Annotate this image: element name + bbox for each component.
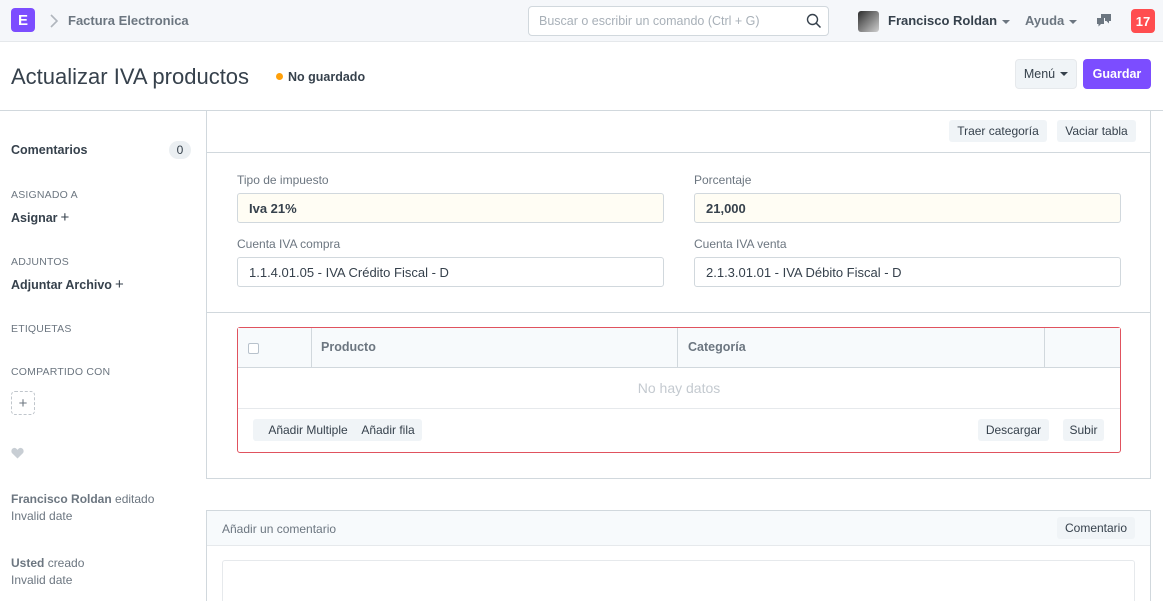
add-share-button[interactable]: + bbox=[11, 391, 35, 415]
sidebar-comments-link[interactable]: Comentarios bbox=[11, 143, 87, 157]
help-label: Ayuda bbox=[1025, 13, 1065, 28]
column-divider bbox=[677, 328, 678, 368]
select-all-checkbox[interactable] bbox=[248, 343, 259, 354]
shared-with-label: COMPARTIDO CON bbox=[11, 366, 111, 378]
caret-down-icon bbox=[1002, 19, 1011, 24]
column-header-category: Categoría bbox=[688, 340, 746, 354]
assign-button[interactable]: Asignar + bbox=[11, 209, 69, 226]
activity-item: Usted creado Invalid date bbox=[11, 555, 84, 589]
tax-type-label: Tipo de impuesto bbox=[237, 173, 329, 187]
comment-header: Añadir un comentario Comentario bbox=[207, 511, 1150, 546]
comment-textarea[interactable] bbox=[222, 560, 1135, 601]
comment-header-title: Añadir un comentario bbox=[222, 522, 337, 536]
assign-label: Asignar bbox=[11, 211, 58, 225]
tags-label[interactable]: ETIQUETAS bbox=[11, 323, 72, 335]
upload-button[interactable]: Subir bbox=[1063, 419, 1104, 441]
heart-icon[interactable] bbox=[11, 447, 24, 459]
attachments-label: ADJUNTOS bbox=[11, 256, 69, 268]
activity-item: Francisco Roldan editado Invalid date bbox=[11, 491, 154, 525]
form-toolbar: Traer categoría Vaciar tabla bbox=[207, 111, 1150, 153]
caret-down-icon bbox=[1060, 72, 1069, 76]
add-multiple-button[interactable]: Añadir Multiple bbox=[253, 419, 363, 441]
chevron-right-icon bbox=[50, 14, 59, 28]
percentage-field[interactable]: 21,000 bbox=[694, 193, 1121, 223]
add-row-button[interactable]: Añadir fila bbox=[354, 419, 422, 441]
section-divider bbox=[207, 312, 1150, 313]
purchase-account-label: Cuenta IVA compra bbox=[237, 237, 341, 251]
avatar[interactable] bbox=[858, 11, 879, 32]
column-divider bbox=[311, 328, 312, 368]
column-divider bbox=[1044, 328, 1045, 368]
activity-date: Invalid date bbox=[11, 573, 73, 587]
save-button[interactable]: Guardar bbox=[1083, 59, 1151, 89]
search-input[interactable] bbox=[529, 7, 799, 35]
comment-section: Añadir un comentario Comentario bbox=[206, 510, 1151, 601]
table-header: Producto Categoría bbox=[238, 328, 1120, 368]
app-logo[interactable]: E bbox=[11, 8, 35, 32]
notification-badge[interactable]: 17 bbox=[1131, 9, 1155, 33]
plus-icon: + bbox=[114, 276, 124, 293]
sales-account-label: Cuenta IVA venta bbox=[694, 237, 787, 251]
help-menu[interactable]: Ayuda bbox=[1025, 13, 1078, 28]
caret-down-icon bbox=[1069, 19, 1078, 24]
activity-action: creado bbox=[47, 556, 85, 570]
column-header-product: Producto bbox=[321, 340, 376, 354]
search-icon[interactable] bbox=[806, 13, 822, 29]
comment-button[interactable]: Comentario bbox=[1057, 517, 1135, 539]
form-card: Traer categoría Vaciar tabla Tipo de imp… bbox=[206, 111, 1151, 479]
page-head: Actualizar IVA productos No guardado Men… bbox=[0, 42, 1163, 111]
purchase-account-field[interactable]: 1.1.4.01.05 - IVA Crédito Fiscal - D bbox=[237, 257, 664, 287]
page-title: Actualizar IVA productos bbox=[11, 64, 250, 89]
activity-date: Invalid date bbox=[11, 509, 73, 523]
sidebar: Comentarios 0 ASIGNADO A Asignar + ADJUNT… bbox=[0, 111, 200, 601]
download-button[interactable]: Descargar bbox=[978, 419, 1049, 441]
menu-button[interactable]: Menú bbox=[1015, 59, 1077, 89]
status-text: No guardado bbox=[288, 70, 366, 84]
tax-type-field[interactable]: Iva 21% bbox=[237, 193, 664, 223]
chat-icon[interactable] bbox=[1096, 13, 1112, 28]
sales-account-field[interactable]: 2.1.3.01.01 - IVA Débito Fiscal - D bbox=[694, 257, 1121, 287]
menu-button-label: Menú bbox=[1023, 67, 1056, 81]
assigned-label: ASIGNADO A bbox=[11, 189, 78, 201]
fetch-category-button[interactable]: Traer categoría bbox=[949, 120, 1047, 142]
comments-count-badge: 0 bbox=[169, 141, 191, 159]
activity-user[interactable]: Usted bbox=[11, 556, 44, 570]
attach-file-label: Adjuntar Archivo bbox=[11, 278, 112, 292]
attach-file-button[interactable]: Adjuntar Archivo + bbox=[11, 276, 124, 293]
clear-table-button[interactable]: Vaciar tabla bbox=[1057, 120, 1136, 142]
breadcrumb[interactable]: Factura Electronica bbox=[68, 13, 189, 28]
user-name: Francisco Roldan bbox=[888, 13, 998, 28]
activity-action: editado bbox=[115, 492, 155, 506]
search-bar bbox=[528, 6, 829, 36]
items-table: Producto Categoría No hay datos Añadir M… bbox=[237, 327, 1121, 453]
empty-table-message: No hay datos bbox=[238, 368, 1120, 409]
percentage-label: Porcentaje bbox=[694, 173, 752, 187]
activity-user[interactable]: Francisco Roldan bbox=[11, 492, 112, 506]
user-menu[interactable]: Francisco Roldan bbox=[888, 13, 1011, 28]
status-dot bbox=[276, 73, 283, 80]
plus-icon: + bbox=[60, 209, 70, 226]
navbar: E Factura Electronica Francisco Roldan A… bbox=[0, 0, 1163, 42]
status-indicator: No guardado bbox=[276, 70, 365, 84]
